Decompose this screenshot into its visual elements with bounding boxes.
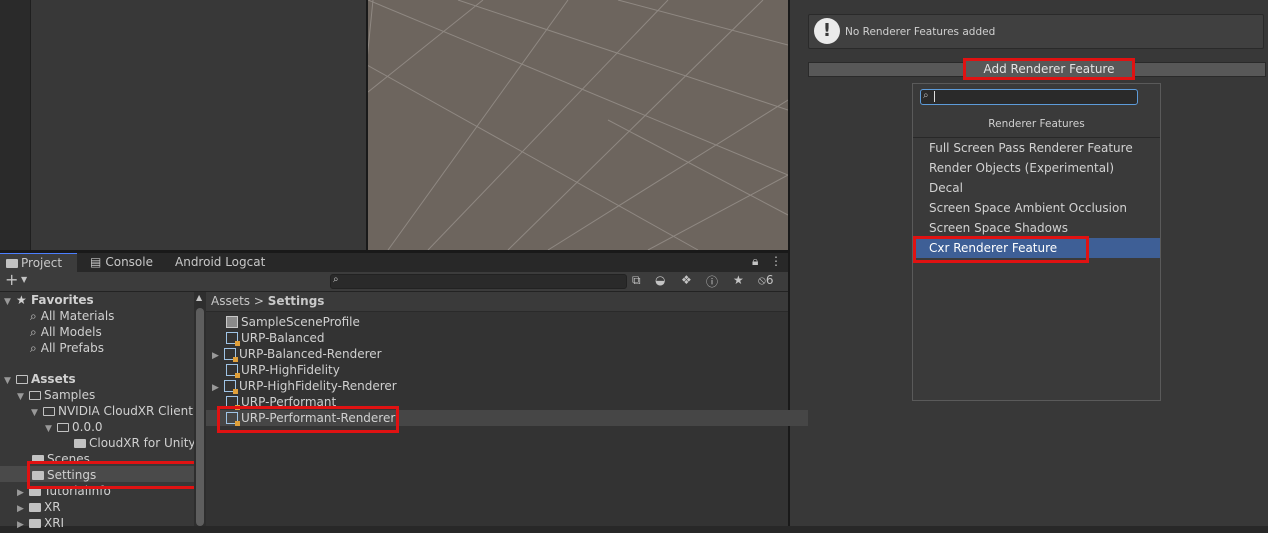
folder-open-icon bbox=[29, 391, 41, 400]
dropdown-item-ssao[interactable]: Screen Space Ambient Occlusion bbox=[913, 198, 1160, 218]
expand-arrow-icon[interactable]: ▼ bbox=[45, 421, 57, 437]
file-label: URP-HighFidelity bbox=[241, 363, 340, 377]
file-label: URP-Balanced-Renderer bbox=[239, 347, 382, 361]
folder-icon bbox=[29, 519, 41, 528]
kebab-menu-icon[interactable]: ⋮ bbox=[770, 254, 782, 268]
expand-arrow-icon[interactable]: ▼ bbox=[4, 373, 16, 389]
tree-item-label: XR bbox=[44, 500, 61, 514]
tree-favorites[interactable]: ▼ ★ Favorites bbox=[4, 292, 94, 308]
warning-icon[interactable]: ⓘ bbox=[706, 273, 718, 290]
breadcrumb-assets[interactable]: Assets bbox=[211, 294, 250, 308]
search-icon: ⌕ bbox=[333, 274, 339, 285]
file-urp-highfidelity[interactable]: URP-HighFidelity bbox=[206, 362, 808, 378]
tree-item-label: All Models bbox=[40, 325, 102, 339]
search-icon: ⌕ bbox=[30, 341, 37, 355]
dropdown-item-screen-space-shadows[interactable]: Screen Space Shadows bbox=[913, 218, 1160, 238]
tab-console[interactable]: ▤ Console bbox=[88, 253, 153, 272]
profile-asset-icon bbox=[226, 316, 238, 328]
expand-arrow-icon[interactable]: ▶ bbox=[17, 517, 29, 533]
notice-text: No Renderer Features added bbox=[845, 26, 996, 38]
tree-favorites-label: Favorites bbox=[30, 293, 94, 307]
tree-all-models[interactable]: ⌕ All Models bbox=[30, 324, 102, 340]
project-search-input[interactable] bbox=[330, 274, 627, 289]
folder-icon bbox=[6, 259, 18, 268]
scene-grid bbox=[368, 0, 788, 250]
tree-all-materials[interactable]: ⌕ All Materials bbox=[30, 308, 114, 324]
tree-item-label: Samples bbox=[44, 388, 96, 402]
star-icon[interactable]: ★ bbox=[733, 273, 744, 287]
tree-scrollbar-thumb[interactable] bbox=[196, 308, 204, 526]
tab-console-label: Console bbox=[105, 255, 153, 269]
search-icon: ⌕ bbox=[923, 90, 929, 101]
tree-samples[interactable]: ▼ Samples bbox=[17, 387, 95, 403]
scriptable-object-icon bbox=[226, 364, 240, 378]
tree-nvidia-cloudxr-client[interactable]: ▼ NVIDIA CloudXR Client bbox=[31, 403, 193, 419]
chevron-down-icon[interactable]: ▼ bbox=[21, 275, 27, 284]
label-tag-icon[interactable]: ❖ bbox=[681, 273, 692, 287]
search-icon: ⌕ bbox=[30, 325, 37, 339]
hierarchy-panel bbox=[31, 0, 368, 250]
tree-item-label: 0.0.0 bbox=[72, 420, 103, 434]
folder-open-icon bbox=[57, 423, 69, 432]
hidden-packages-count: 6 bbox=[765, 273, 774, 287]
tab-project-label: Project bbox=[21, 256, 63, 270]
dropdown-item-full-screen-pass[interactable]: Full Screen Pass Renderer Feature bbox=[913, 138, 1160, 158]
highlight-box-settings bbox=[27, 461, 202, 489]
folder-icon bbox=[29, 503, 41, 512]
tree-item-label: All Prefabs bbox=[40, 341, 104, 355]
left-dock-strip bbox=[0, 0, 31, 250]
expand-arrow-icon[interactable]: ▼ bbox=[17, 389, 29, 405]
text-caret bbox=[934, 91, 935, 102]
console-icon: ▤ bbox=[90, 255, 102, 269]
tree-xri[interactable]: ▶ XRI bbox=[17, 515, 64, 531]
file-urp-highfidelity-renderer[interactable]: ▶ URP-HighFidelity-Renderer bbox=[206, 378, 794, 394]
tab-android-logcat-label: Android Logcat bbox=[175, 255, 266, 269]
file-label: URP-Balanced bbox=[241, 331, 325, 345]
file-urp-balanced[interactable]: URP-Balanced bbox=[206, 330, 808, 346]
highlight-box-cxr bbox=[913, 236, 1089, 263]
file-urp-balanced-renderer[interactable]: ▶ URP-Balanced-Renderer bbox=[206, 346, 794, 362]
expand-arrow-icon[interactable]: ▼ bbox=[31, 405, 43, 421]
dropdown-item-render-objects[interactable]: Render Objects (Experimental) bbox=[913, 158, 1160, 178]
filter-by-type-icon[interactable]: ◒ bbox=[655, 273, 665, 287]
file-label: URP-HighFidelity-Renderer bbox=[239, 379, 397, 393]
search-by-type-icon[interactable]: ⧉ bbox=[632, 273, 641, 288]
folder-icon bbox=[74, 439, 86, 448]
scene-view[interactable] bbox=[368, 0, 788, 250]
highlight-box-performant-renderer bbox=[217, 406, 399, 433]
lock-icon[interactable]: 🔒︎ bbox=[752, 254, 758, 269]
scriptable-object-icon bbox=[224, 380, 238, 394]
tree-cloudxr-for-unity[interactable]: CloudXR for Unity bbox=[74, 435, 196, 451]
dropdown-header: Renderer Features bbox=[913, 114, 1160, 138]
file-label: SampleSceneProfile bbox=[241, 315, 360, 329]
add-renderer-feature-button[interactable]: Add Renderer Feature bbox=[963, 58, 1135, 80]
dropdown-item-decal[interactable]: Decal bbox=[913, 178, 1160, 198]
tree-assets[interactable]: ▼ Assets bbox=[4, 371, 76, 387]
tree-item-label: CloudXR for Unity bbox=[89, 436, 196, 450]
tree-version[interactable]: ▼ 0.0.0 bbox=[45, 419, 103, 435]
tree-assets-label: Assets bbox=[31, 372, 76, 386]
file-samplesceneprofile[interactable]: SampleSceneProfile bbox=[206, 314, 808, 330]
folder-open-icon bbox=[43, 407, 55, 416]
breadcrumb-separator: > bbox=[253, 294, 264, 308]
search-icon: ⌕ bbox=[30, 309, 37, 323]
tree-all-prefabs[interactable]: ⌕ All Prefabs bbox=[30, 340, 104, 356]
folder-open-icon bbox=[16, 375, 28, 384]
tab-android-logcat[interactable]: Android Logcat bbox=[175, 253, 265, 272]
dropdown-search-input[interactable] bbox=[920, 89, 1138, 105]
add-icon[interactable]: + bbox=[5, 272, 18, 288]
scroll-up-icon[interactable]: ▲ bbox=[196, 293, 202, 302]
tree-item-label: All Materials bbox=[40, 309, 115, 323]
tree-item-label: XRI bbox=[44, 516, 65, 530]
expand-arrow-icon[interactable]: ▼ bbox=[4, 294, 16, 310]
star-icon: ★ bbox=[16, 293, 31, 307]
info-icon: ! bbox=[814, 18, 840, 44]
breadcrumb-settings[interactable]: Settings bbox=[268, 294, 325, 308]
hidden-packages-icon[interactable]: ⦸6 bbox=[758, 273, 773, 288]
scriptable-object-icon bbox=[224, 348, 238, 362]
tree-item-label: NVIDIA CloudXR Client bbox=[58, 404, 193, 418]
scriptable-object-icon bbox=[226, 332, 240, 346]
breadcrumb: Assets > Settings bbox=[206, 292, 788, 312]
tree-xr[interactable]: ▶ XR bbox=[17, 499, 61, 515]
